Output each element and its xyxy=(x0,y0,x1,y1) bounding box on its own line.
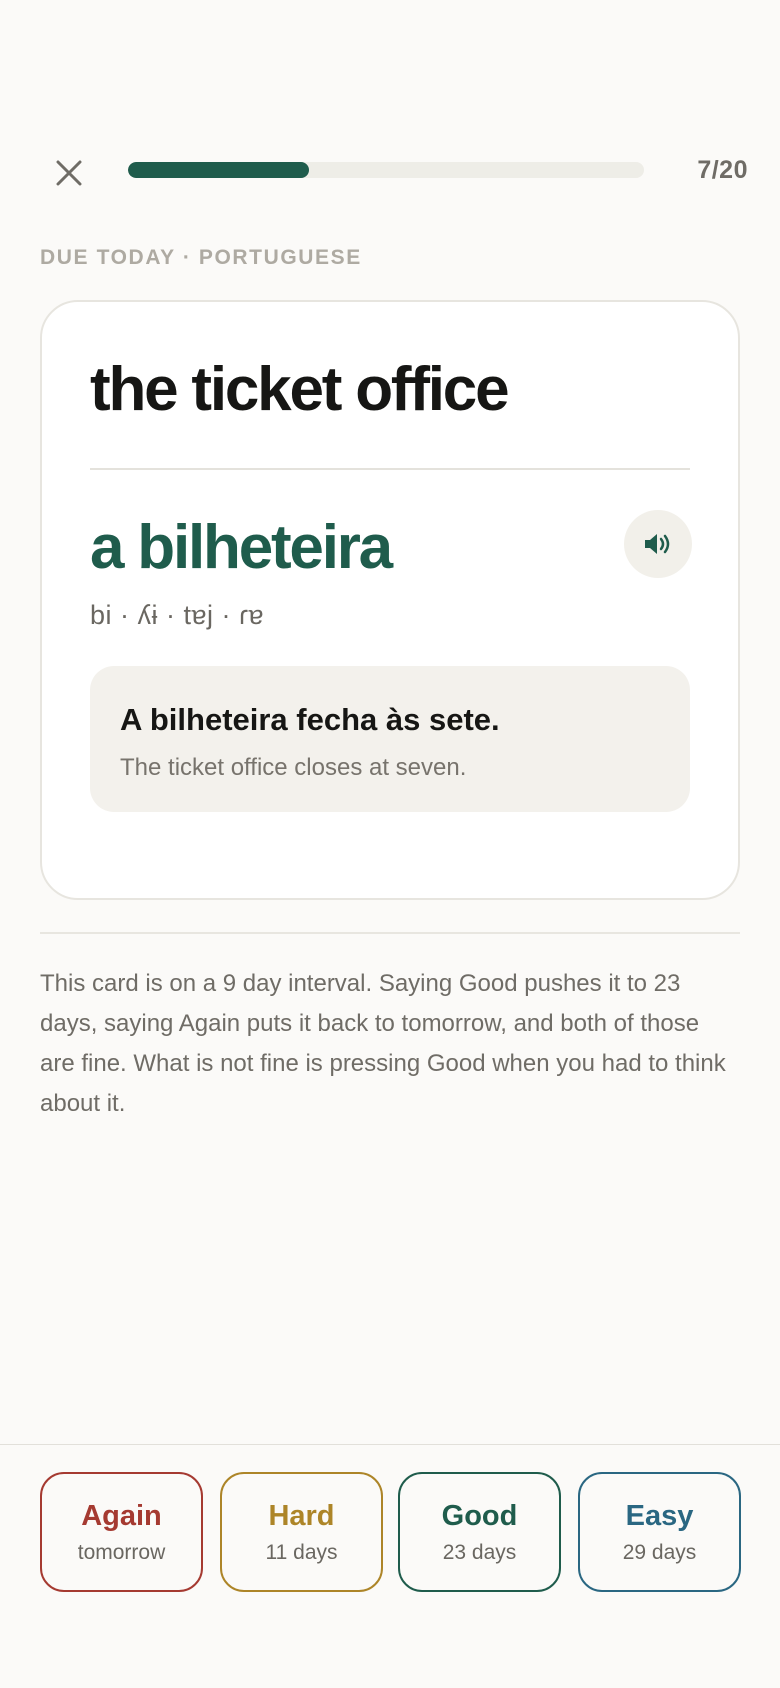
top-bar: 7/20 xyxy=(0,140,780,200)
again-button[interactable]: Again tomorrow xyxy=(40,1472,203,1592)
easy-button[interactable]: Easy 29 days xyxy=(578,1472,741,1592)
progress-fill xyxy=(128,162,309,178)
speaker-icon xyxy=(645,534,670,554)
easy-label: Easy xyxy=(625,1499,694,1532)
progress-count: 7/20 xyxy=(697,156,748,184)
example-box: A bilheteira fecha às sete. The ticket o… xyxy=(90,666,690,812)
pronunciation: bi · ʎɨ · tɐj · ɾɐ xyxy=(90,600,265,630)
close-icon xyxy=(56,160,82,186)
example-sentence: A bilheteira fecha às sete. xyxy=(120,702,500,737)
good-interval: 23 days xyxy=(442,1540,517,1564)
card-answer: a bilheteira xyxy=(90,513,393,582)
hard-label: Hard xyxy=(268,1499,335,1532)
good-button[interactable]: Good 23 days xyxy=(398,1472,561,1592)
hard-button[interactable]: Hard 11 days xyxy=(220,1472,383,1592)
deck-label: DUE TODAY · PORTUGUESE xyxy=(40,246,362,269)
bottom-divider xyxy=(0,1444,780,1445)
again-interval: tomorrow xyxy=(77,1540,166,1564)
flashcard: the ticket office a bilheteira bi · ʎɨ ·… xyxy=(40,300,740,900)
card-prompt: the ticket office xyxy=(90,355,510,424)
easy-interval: 29 days xyxy=(622,1540,697,1564)
section-divider xyxy=(40,932,740,934)
again-label: Again xyxy=(81,1499,162,1532)
hard-interval: 11 days xyxy=(265,1540,338,1564)
progress-bar xyxy=(128,162,644,178)
close-button[interactable] xyxy=(50,154,88,192)
card-divider xyxy=(90,468,690,470)
interval-hint: This card is on a 9 day interval. Saying… xyxy=(40,970,726,1117)
play-audio-button[interactable] xyxy=(624,510,692,578)
example-translation: The ticket office closes at seven. xyxy=(120,754,467,781)
good-label: Good xyxy=(441,1499,518,1532)
